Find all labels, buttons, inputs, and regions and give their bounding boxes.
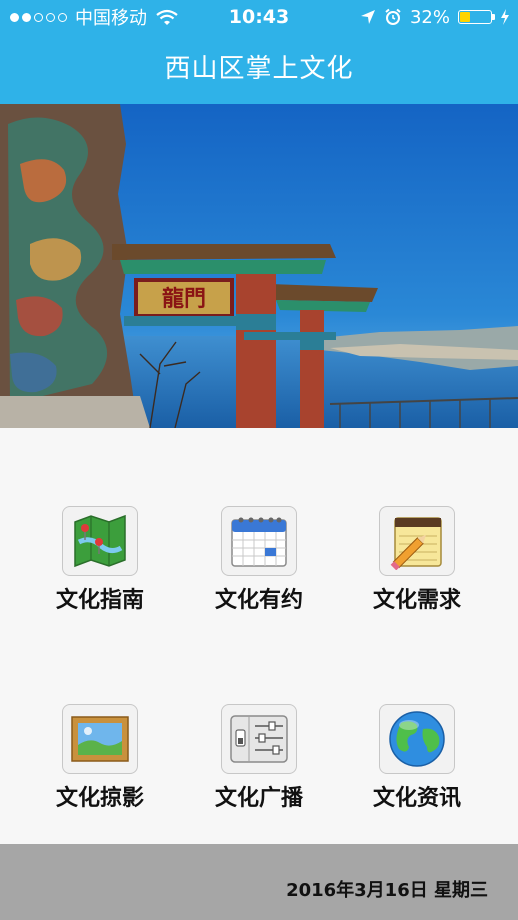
status-right: 32% — [360, 6, 510, 28]
menu-item-label: 文化需求 — [372, 588, 461, 613]
banner-plaque: 龍門 — [162, 286, 206, 312]
footer-bar: 2016年3月16日 星期三 — [0, 844, 518, 920]
menu-grid: 文化指南 文化有约 文化需求 文化掠影 文化广播 文化资讯 — [0, 428, 518, 844]
battery-icon — [458, 10, 495, 24]
battery-level — [460, 12, 470, 22]
menu-item-culture-broadcast[interactable]: 文化广播 — [180, 704, 338, 824]
banner-image: 龍門 — [0, 104, 518, 428]
charging-icon — [501, 9, 509, 25]
location-icon — [360, 10, 375, 24]
menu-item-label: 文化广播 — [214, 786, 303, 811]
footer-date: 2016年3月16日 星期三 — [286, 880, 488, 901]
menu-item-culture-appointment[interactable]: 文化有约 — [180, 506, 338, 626]
menu-item-culture-snapshot[interactable]: 文化掠影 — [21, 704, 179, 824]
page-title: 西山区掌上文化 — [164, 54, 354, 84]
battery-percent: 32% — [409, 6, 450, 28]
notepad-icon — [379, 506, 455, 576]
picture-icon — [62, 704, 138, 774]
menu-item-label: 文化指南 — [55, 588, 144, 613]
globe-icon — [379, 704, 455, 774]
app-header: 中国移动 10:43 32% 西山区掌上文化 — [0, 0, 518, 104]
menu-item-label: 文化有约 — [214, 588, 303, 613]
menu-item-culture-guide[interactable]: 文化指南 — [21, 506, 179, 626]
alarm-icon — [385, 8, 401, 25]
menu-item-culture-demand[interactable]: 文化需求 — [338, 506, 496, 626]
menu-item-label: 文化掠影 — [55, 786, 144, 811]
settings-sliders-icon — [221, 704, 297, 774]
menu-item-label: 文化资讯 — [372, 786, 461, 811]
status-bar: 中国移动 10:43 32% — [0, 0, 518, 34]
map-icon — [62, 506, 138, 576]
menu-item-culture-news[interactable]: 文化资讯 — [338, 704, 496, 824]
calendar-icon — [221, 506, 297, 576]
banner-carousel[interactable]: 龍門 — [0, 104, 518, 428]
